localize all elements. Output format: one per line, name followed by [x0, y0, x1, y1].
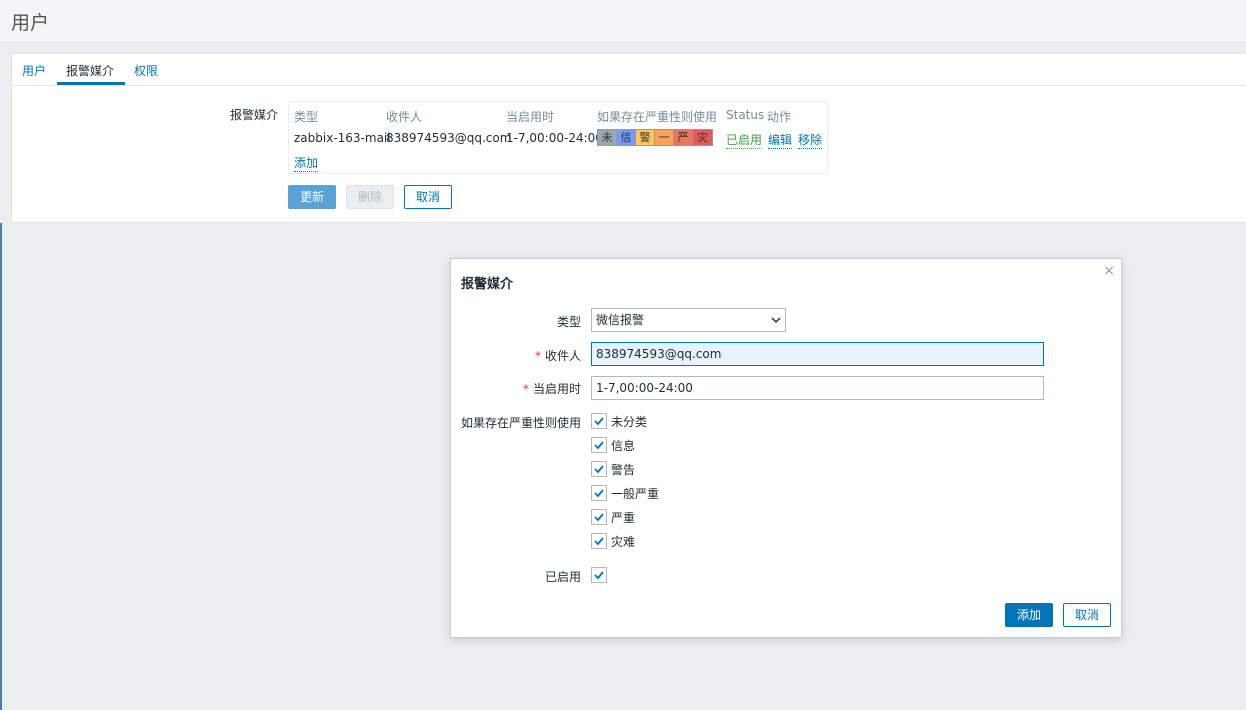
required-marker: *: [522, 382, 529, 396]
checkbox-checked-icon[interactable]: [591, 413, 607, 429]
severity-disaster: 灾: [693, 130, 712, 145]
severity-checkbox-average[interactable]: 一般严重: [591, 484, 659, 502]
media-remove-link[interactable]: 移除: [798, 131, 823, 149]
checkbox-checked-icon[interactable]: [591, 567, 607, 583]
severity-not-classified: 未: [598, 130, 617, 145]
media-table: 类型 收件人 当启用时 如果存在严重性则使用 Status 动作 zabbix-…: [288, 101, 828, 174]
severity-indicator: 未 信 警 一 严 灾: [597, 129, 713, 146]
severity-label: 如果存在严重性则使用: [460, 416, 581, 430]
checkbox-checked-icon[interactable]: [591, 533, 607, 549]
severity-option-label: 警告: [611, 462, 636, 477]
type-select[interactable]: 微信报警: [591, 308, 786, 332]
tab-media[interactable]: 报警媒介: [66, 62, 114, 79]
severity-option-label: 灾难: [611, 534, 636, 549]
media-when-active-cell: 1-7,00:00-24:00: [506, 131, 603, 145]
severity-warning: 警: [636, 130, 655, 145]
type-select-value: 微信报警: [596, 313, 645, 327]
severity-checkbox-information[interactable]: 信息: [591, 436, 635, 454]
severity-checkbox-warning[interactable]: 警告: [591, 460, 635, 478]
media-section-label: 报警媒介: [230, 108, 279, 122]
when-active-input[interactable]: [591, 376, 1044, 400]
col-header-type: 类型: [294, 110, 319, 124]
page-header: 用户: [0, 0, 1246, 43]
media-add-link[interactable]: 添加: [294, 154, 319, 172]
type-label: 类型: [556, 315, 581, 329]
checkbox-checked-icon[interactable]: [591, 437, 607, 453]
col-header-action: 动作: [767, 110, 792, 124]
recipient-label: * 收件人: [534, 349, 581, 363]
cancel-button[interactable]: 取消: [404, 185, 452, 209]
media-type-cell: zabbix-163-mail: [294, 131, 391, 145]
media-recipient-cell: 838974593@qq.com: [386, 131, 512, 145]
left-edge-bar: [0, 223, 2, 710]
col-header-recipient: 收件人: [386, 110, 423, 124]
severity-checkbox-disaster[interactable]: 灾难: [591, 532, 635, 550]
dialog-title: 报警媒介: [461, 277, 514, 292]
user-form-card: 用户 报警媒介 权限 报警媒介 类型 收件人 当启用时 如果存在严重性则使用 S…: [11, 53, 1246, 223]
dialog-add-button[interactable]: 添加: [1005, 603, 1053, 627]
media-dialog: 报警媒介 × 类型 微信报警 *收件人 *当启用时 如果存在严重性则使用 未分类…: [450, 258, 1122, 638]
tab-permissions[interactable]: 权限: [134, 62, 158, 79]
media-edit-link[interactable]: 编辑: [768, 131, 793, 149]
severity-option-label: 信息: [611, 438, 636, 453]
required-marker: *: [534, 349, 541, 363]
severity-average: 一: [655, 130, 674, 145]
checkbox-checked-icon[interactable]: [591, 461, 607, 477]
enabled-label: 已启用: [544, 570, 581, 584]
media-status-link[interactable]: 已启用: [726, 131, 763, 149]
enabled-checkbox[interactable]: [591, 566, 611, 584]
severity-high: 严: [674, 130, 693, 145]
tab-user[interactable]: 用户: [22, 62, 46, 79]
update-button[interactable]: 更新: [288, 185, 336, 209]
severity-option-label: 未分类: [611, 414, 648, 429]
severity-option-label: 严重: [611, 510, 636, 525]
severity-option-label: 一般严重: [611, 486, 660, 501]
chevron-down-icon: [771, 309, 781, 339]
recipient-input[interactable]: [591, 342, 1044, 366]
dialog-cancel-button[interactable]: 取消: [1063, 603, 1111, 627]
page-title: 用户: [11, 12, 50, 34]
active-tab-indicator: [57, 82, 125, 85]
col-header-when-active: 当启用时: [506, 110, 555, 124]
col-header-status: Status: [726, 108, 765, 122]
col-header-severity: 如果存在严重性则使用: [597, 110, 718, 124]
close-icon[interactable]: ×: [1103, 263, 1115, 279]
severity-checkbox-not-classified[interactable]: 未分类: [591, 412, 647, 430]
checkbox-checked-icon[interactable]: [591, 509, 607, 525]
checkbox-checked-icon[interactable]: [591, 485, 607, 501]
delete-button[interactable]: 删除: [346, 185, 394, 209]
tab-bar: 用户 报警媒介 权限: [12, 54, 1246, 86]
when-active-label: * 当启用时: [522, 382, 581, 396]
severity-information: 信: [617, 130, 636, 145]
severity-checkbox-high[interactable]: 严重: [591, 508, 635, 526]
